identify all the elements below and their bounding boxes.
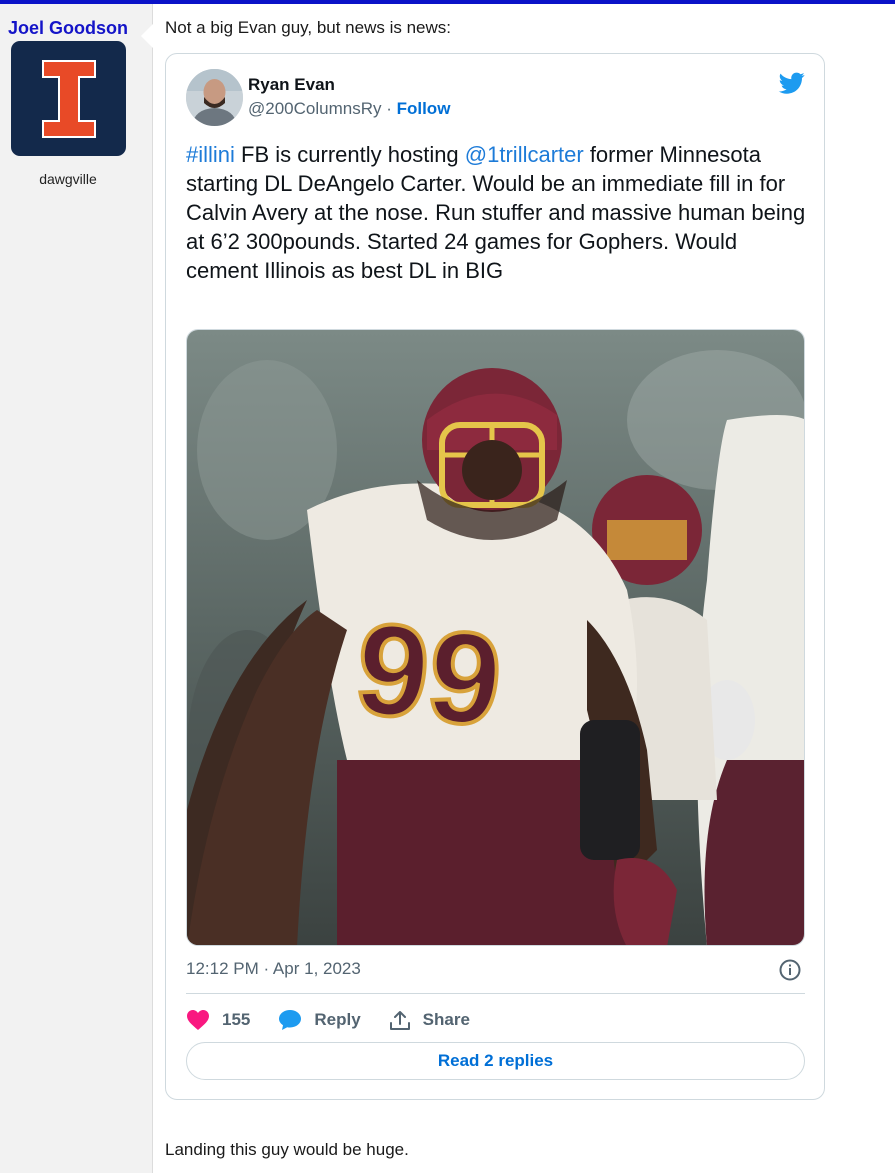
- read-replies-button[interactable]: Read 2 replies: [186, 1042, 805, 1080]
- hashtag-link[interactable]: #illini: [186, 142, 235, 167]
- football-player-photo: 99: [187, 330, 804, 945]
- svg-text:99: 99: [349, 594, 508, 754]
- tweet-author-handle[interactable]: @200ColumnsRy: [248, 99, 381, 118]
- tweet-author-handle-row: @200ColumnsRy · Follow: [248, 99, 450, 119]
- reply-button[interactable]: Reply: [278, 1009, 361, 1031]
- tweet-actions: 155 Reply Share: [186, 1005, 498, 1035]
- tweet-author-name[interactable]: Ryan Evan: [248, 75, 335, 95]
- author-sidebar: Joel Goodson dawgville: [0, 4, 153, 1173]
- share-upload-icon: [389, 1011, 410, 1030]
- tweet-text: #illini FB is currently hosting @1trillc…: [186, 140, 806, 285]
- tweet-timestamp[interactable]: 12:12 PM · Apr 1, 2023: [186, 959, 361, 979]
- heart-icon: [187, 1010, 209, 1030]
- share-label: Share: [422, 1010, 470, 1029]
- illinois-block-i-logo-icon: [41, 59, 96, 138]
- post-pointer: [141, 24, 153, 48]
- tweet-divider: [186, 993, 805, 994]
- reply-label: Reply: [314, 1010, 361, 1029]
- post-intro-text: Not a big Evan guy, but news is news:: [165, 18, 452, 37]
- tweet-text-part-1: FB is currently hosting: [234, 142, 465, 167]
- author-username-link[interactable]: Joel Goodson: [8, 18, 128, 39]
- tweet-photo[interactable]: 99: [186, 329, 805, 946]
- author-avatar[interactable]: [11, 41, 126, 156]
- author-location: dawgville: [39, 171, 97, 187]
- follow-button[interactable]: Follow: [397, 99, 451, 118]
- like-button[interactable]: 155: [186, 1009, 250, 1031]
- post-outro-text: Landing this guy would be huge.: [165, 1140, 409, 1159]
- share-button[interactable]: Share: [389, 1009, 470, 1031]
- mention-link[interactable]: @1trillcarter: [465, 142, 584, 167]
- info-icon[interactable]: [778, 958, 802, 982]
- embedded-tweet: Ryan Evan @200ColumnsRy · Follow #illini…: [165, 53, 825, 1100]
- twitter-bird-icon[interactable]: [777, 70, 807, 96]
- tweet-author-avatar[interactable]: [186, 69, 243, 126]
- handle-separator: ·: [381, 99, 397, 118]
- like-count: 155: [222, 1010, 251, 1029]
- speech-bubble-icon: [279, 1010, 302, 1030]
- person-avatar-icon: [186, 69, 243, 126]
